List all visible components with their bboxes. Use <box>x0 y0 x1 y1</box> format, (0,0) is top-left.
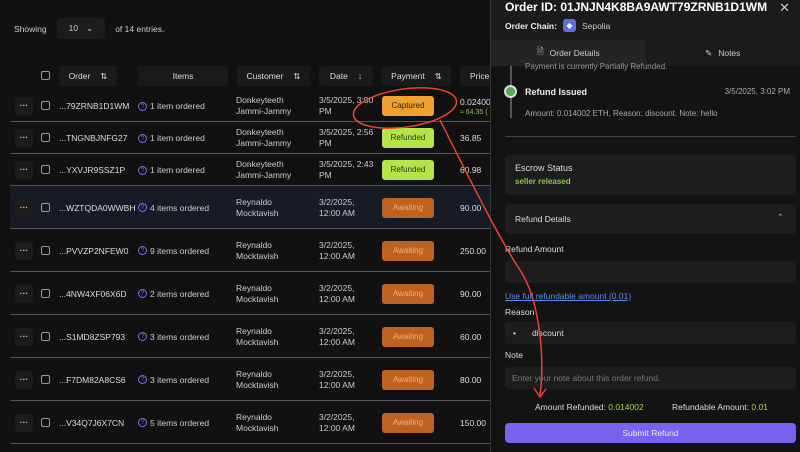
red-annotation <box>352 87 547 399</box>
annotation-arrow <box>439 119 543 396</box>
